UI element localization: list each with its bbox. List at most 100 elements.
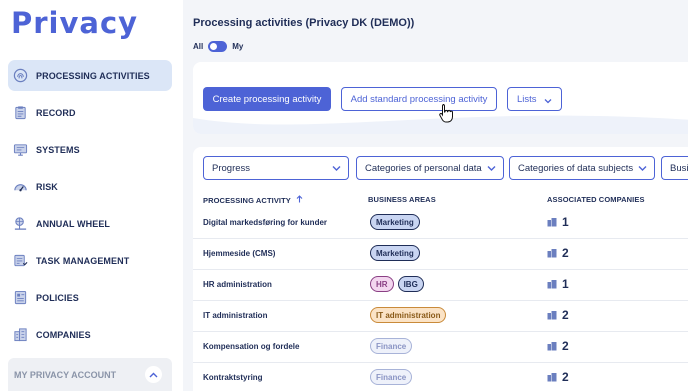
all-my-toggle[interactable] [208,41,228,52]
sidebar-item-task-management[interactable]: TASK MANAGEMENT [8,245,172,276]
hand-cursor-icon [439,104,453,123]
table-row[interactable]: Digital markedsføring for kunder Marketi… [193,208,688,239]
building-icon [547,249,557,258]
page-title: Processing activities (Privacy DK (DEMO)… [193,17,415,29]
sidebar-item-policies[interactable]: POLICIES [8,282,172,313]
filter-progress[interactable]: Progress [203,156,349,180]
filter-label: Categories of personal data [365,162,482,174]
building-icon [12,327,28,343]
sidebar-item-annual-wheel[interactable]: ANNUAL WHEEL [8,208,172,239]
sidebar-item-record[interactable]: RECORD [8,97,172,128]
gauge-icon [12,179,28,195]
table-row[interactable]: Hjemmeside (CMS) Marketing 2 [193,239,688,270]
sidebar-item-systems[interactable]: SYSTEMS [8,134,172,165]
business-areas-cell: IT administration [370,307,447,323]
column-header-processing-activity[interactable]: PROCESSING ACTIVITY [203,195,303,205]
activity-name[interactable]: Kompensation og fordele [203,342,299,351]
create-processing-activity-button[interactable]: Create processing activity [203,87,331,111]
company-count: 2 [562,339,569,353]
processing-activities-table: Progress Categories of personal data Cat… [193,147,688,391]
business-area-tag: Finance [370,338,413,354]
business-areas-cell: HR IBG [370,276,424,292]
associated-companies-cell: 2 [547,246,569,260]
sidebar-item-label: RECORD [36,107,76,118]
sidebar-item-risk[interactable]: RISK [8,171,172,202]
associated-companies-cell: 2 [547,339,569,353]
filter-label: Categories of data subjects [518,162,634,174]
account-label: MY PRIVACY ACCOUNT [14,369,117,380]
column-header-business-areas[interactable]: BUSINESS AREAS [368,195,436,204]
filter-business-areas[interactable]: Busi [661,156,688,180]
lists-dropdown[interactable]: Lists [507,87,562,111]
table-row[interactable]: Kompensation og fordele Finance 2 [193,332,688,363]
wheel-icon [12,216,28,232]
sidebar-item-label: ANNUAL WHEEL [36,218,111,229]
lists-label: Lists [517,93,537,105]
table-row[interactable]: HR administration HR IBG 1 [193,270,688,301]
associated-companies-cell: 2 [547,370,569,384]
sidebar-item-companies[interactable]: COMPANIES [8,319,172,350]
toggle-label-my: My [232,42,244,51]
add-standard-processing-activity-button[interactable]: Add standard processing activity [341,87,497,111]
activity-name[interactable]: Kontraktstyring [203,373,263,382]
business-area-tag: Finance [370,369,413,385]
building-icon [547,280,557,289]
chevron-down-icon [544,96,552,107]
app-logo: Privacy [11,6,139,40]
sidebar-item-label: POLICIES [36,292,79,303]
filter-categories-data-subjects[interactable]: Categories of data subjects [509,156,655,180]
associated-companies-cell: 2 [547,308,569,322]
business-areas-cell: Finance [370,369,413,385]
my-privacy-account-section[interactable]: MY PRIVACY ACCOUNT [8,358,172,391]
company-count: 2 [562,246,569,260]
associated-companies-cell: 1 [547,215,569,229]
fingerprint-icon [12,68,28,84]
business-areas-cell: Marketing [370,245,420,261]
chevron-down-icon [332,164,341,175]
building-icon [547,218,557,227]
business-areas-cell: Marketing [370,214,420,230]
table-row[interactable]: IT administration IT administration 2 [193,301,688,332]
company-count: 2 [562,308,569,322]
activity-name[interactable]: IT administration [203,311,267,320]
activity-name[interactable]: HR administration [203,280,272,289]
table-row[interactable]: Kontraktstyring Finance 2 [193,363,688,391]
activity-name[interactable]: Hjemmeside (CMS) [203,249,275,258]
company-count: 2 [562,370,569,384]
building-icon [547,373,557,382]
filter-categories-personal-data[interactable]: Categories of personal data [356,156,504,180]
building-icon [547,342,557,351]
sidebar-item-processing-activities[interactable]: PROCESSING ACTIVITIES [8,60,172,91]
chevron-down-icon [487,164,496,175]
business-area-tag: Marketing [370,245,420,261]
sidebar: Privacy PROCESSING ACTIVITIES RECORD SYS… [0,0,183,391]
associated-companies-cell: 1 [547,277,569,291]
toggle-knob [210,43,218,50]
toggle-label-all: All [193,42,204,51]
business-area-tag: IBG [397,276,424,292]
sidebar-item-label: TASK MANAGEMENT [36,255,130,266]
business-area-tag: Marketing [370,214,420,230]
activity-name[interactable]: Digital markedsføring for kunder [203,218,327,227]
all-my-toggle-row: All My [193,41,243,52]
column-header-associated-companies[interactable]: ASSOCIATED COMPANIES [547,195,645,204]
sidebar-item-label: SYSTEMS [36,144,80,155]
business-area-tag: IT administration [370,307,447,323]
actions-panel: Create processing activity Add standard … [193,62,688,134]
company-count: 1 [562,277,569,291]
sort-ascending-icon [296,195,303,205]
monitor-icon [12,142,28,158]
sidebar-item-label: PROCESSING ACTIVITIES [36,70,150,81]
sidebar-item-label: COMPANIES [36,329,91,340]
tasks-icon [12,253,28,269]
chevron-down-icon [638,164,647,175]
company-count: 1 [562,215,569,229]
clipboard-icon [12,105,28,121]
filter-label: Busi [670,162,688,174]
sidebar-item-label: RISK [36,181,58,192]
business-area-tag: HR [370,276,394,292]
building-icon [547,311,557,320]
chevron-up-icon[interactable] [145,366,162,383]
filter-label: Progress [212,162,251,174]
main-content: Processing activities (Privacy DK (DEMO)… [183,0,688,391]
